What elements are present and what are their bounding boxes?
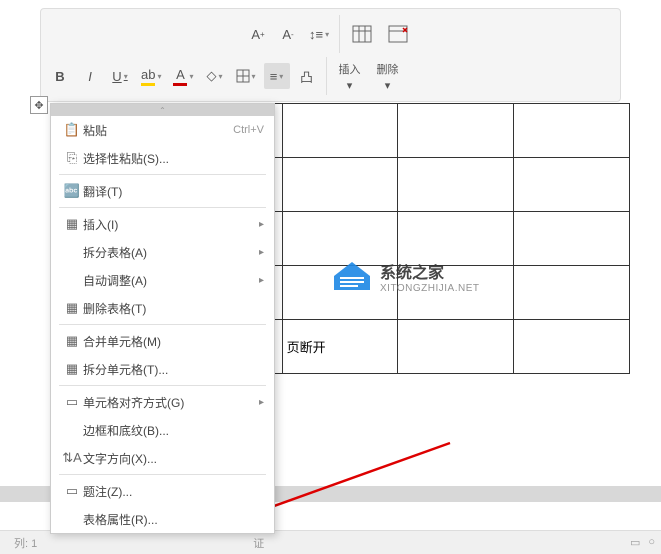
status-icon[interactable]: ▭ xyxy=(630,536,640,549)
submenu-arrow-icon: ▸ xyxy=(259,219,264,230)
caption-icon: ▭ xyxy=(61,483,83,499)
margins-btn[interactable]: 凸 xyxy=(294,63,320,89)
translate-icon: 🔤 xyxy=(61,183,83,199)
borders-btn[interactable]: ▾ xyxy=(232,63,260,89)
highlight-btn[interactable]: ab▾ xyxy=(137,63,165,89)
insert-icon: ▦ xyxy=(61,216,83,232)
font-color-btn[interactable]: A▾ xyxy=(169,63,197,89)
menu-split-table[interactable]: 拆分表格(A) ▸ xyxy=(51,238,274,266)
align-btn[interactable]: ≡▾ xyxy=(264,63,290,89)
menu-drag-handle[interactable]: ⌃ xyxy=(51,104,274,116)
menu-paste[interactable]: 📋 粘贴 Ctrl+V xyxy=(51,116,274,144)
submenu-arrow-icon: ▸ xyxy=(259,247,264,258)
shading-btn[interactable]: ◇▾ xyxy=(202,63,228,89)
paste-icon: 📋 xyxy=(61,122,83,138)
menu-cell-align[interactable]: ▭ 单元格对齐方式(G) ▸ xyxy=(51,388,274,416)
status-verify: 证 xyxy=(245,535,272,551)
menu-text-direction[interactable]: ⇅A 文字方向(X)... xyxy=(51,444,274,472)
insert-dropdown[interactable]: 插入▾ xyxy=(333,59,367,94)
paste-shortcut: Ctrl+V xyxy=(233,124,264,136)
house-icon xyxy=(330,258,374,294)
underline-btn[interactable]: U▾ xyxy=(107,63,133,89)
menu-delete-table[interactable]: ▦ 删除表格(T) xyxy=(51,294,274,322)
menu-split-cells[interactable]: ▦ 拆分单元格(T)... xyxy=(51,355,274,383)
align-icon: ▭ xyxy=(61,394,83,410)
split-cells-icon: ▦ xyxy=(61,361,83,377)
delete-dropdown[interactable]: 删除▾ xyxy=(371,59,405,94)
menu-autofit[interactable]: 自动调整(A) ▸ xyxy=(51,266,274,294)
menu-table-properties[interactable]: 表格属性(R)... xyxy=(51,505,274,533)
submenu-arrow-icon: ▸ xyxy=(259,397,264,408)
watermark-title: 系统之家 xyxy=(380,259,480,283)
font-grow-btn[interactable]: A+ xyxy=(245,21,271,47)
submenu-arrow-icon: ▸ xyxy=(259,275,264,286)
table-context-menu: ⌃ 📋 粘贴 Ctrl+V ⎘ 选择性粘贴(S)... 🔤 翻译(T) ▦ 插入… xyxy=(50,103,275,534)
cell-text: 页断开 xyxy=(282,320,398,374)
text-direction-icon: ⇅A xyxy=(61,450,83,466)
menu-border-shading[interactable]: 边框和底纹(B)... xyxy=(51,416,274,444)
status-column: 列: 1 xyxy=(6,535,45,551)
line-spacing-btn[interactable]: ↕≡▾ xyxy=(305,21,333,47)
formatting-toolbar: A+ A- ↕≡▾ B I U▾ ab▾ A▾ ◇▾ ▾ ≡▾ 凸 插入▾ 删除… xyxy=(40,8,621,102)
menu-insert[interactable]: ▦ 插入(I) ▸ xyxy=(51,210,274,238)
delete-table-icon: ▦ xyxy=(61,300,83,316)
table-insert-btn[interactable] xyxy=(346,23,378,45)
italic-btn[interactable]: I xyxy=(77,63,103,89)
status-icon[interactable]: ○ xyxy=(648,536,655,549)
menu-translate[interactable]: 🔤 翻译(T) xyxy=(51,177,274,205)
menu-paste-special[interactable]: ⎘ 选择性粘贴(S)... xyxy=(51,144,274,172)
site-watermark: 系统之家 XITONGZHIJIA.NET xyxy=(330,258,480,294)
table-delete-btn[interactable] xyxy=(382,23,414,45)
merge-cells-icon: ▦ xyxy=(61,333,83,349)
watermark-sub: XITONGZHIJIA.NET xyxy=(380,283,480,294)
table-move-handle[interactable]: ✥ xyxy=(30,96,48,114)
menu-caption[interactable]: ▭ 题注(Z)... xyxy=(51,477,274,505)
menu-merge-cells[interactable]: ▦ 合并单元格(M) xyxy=(51,327,274,355)
paste-special-icon: ⎘ xyxy=(61,150,83,166)
bold-btn[interactable]: B xyxy=(47,63,73,89)
font-shrink-btn[interactable]: A- xyxy=(275,21,301,47)
